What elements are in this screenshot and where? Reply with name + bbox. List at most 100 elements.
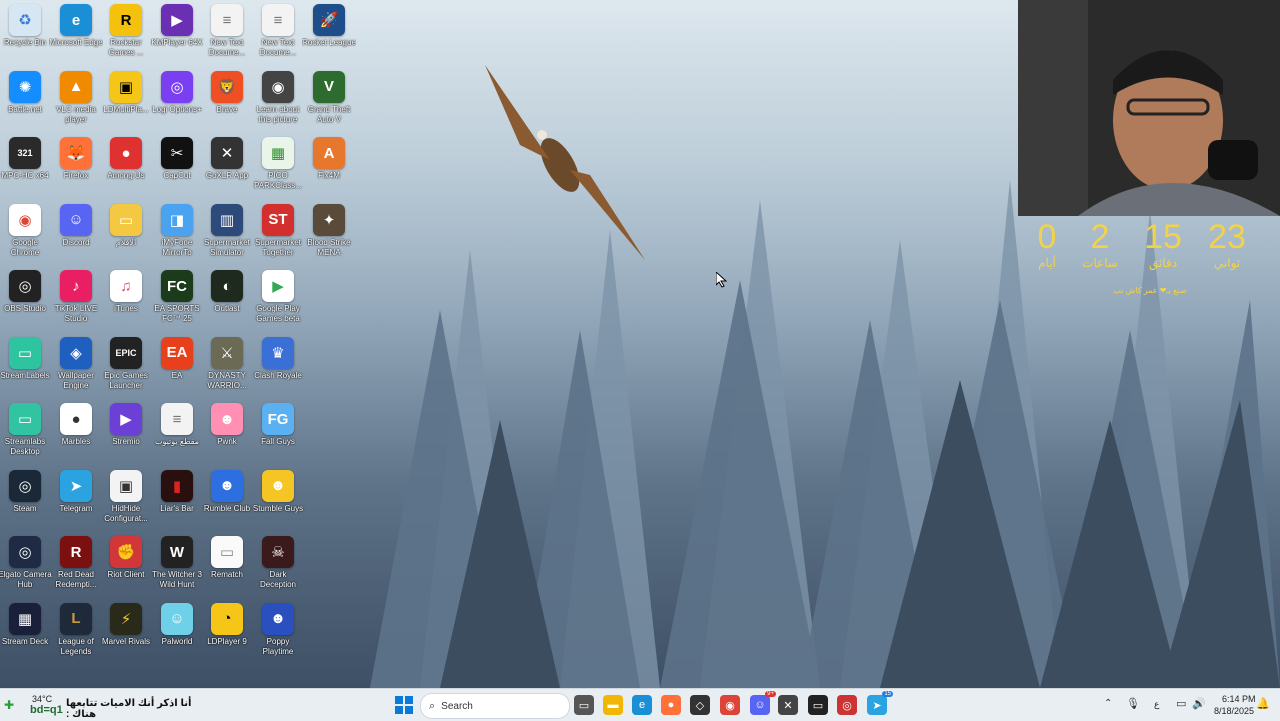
desktop-icon[interactable]: ◔ LDPlayer 9	[202, 602, 252, 647]
desktop-icon[interactable]: L League of Legends	[51, 602, 101, 657]
desktop-icon[interactable]: ♫ iTunes	[101, 270, 151, 314]
desktop-icon[interactable]: ● Among Us	[101, 137, 151, 181]
desktop-icon[interactable]: 🦁 Brave	[202, 70, 252, 115]
desktop-icon[interactable]: FC EA SPORTS FC™ 25	[152, 270, 202, 324]
unity-taskbar-button[interactable]: ◇	[690, 695, 710, 715]
desktop-icon[interactable]: ▣ HidHide Configurat...	[101, 469, 151, 524]
edge-taskbar-button[interactable]: e	[632, 695, 652, 715]
desktop-icon[interactable]: ▭ Streamlabs Desktop	[0, 403, 50, 457]
desktop-icon[interactable]: ♻ Recycle Bin	[0, 4, 50, 48]
desktop-icon[interactable]: ☻ Stumble Guys	[253, 469, 303, 514]
desktop-icon-label: Google Play Games beta	[256, 304, 300, 323]
desktop-icon[interactable]: ✊ Riot Client	[101, 536, 151, 580]
desktop-icon[interactable]: ▶ KMPlayer 64X	[151, 4, 203, 48]
desktop-icon-label: Rematch	[210, 570, 243, 579]
desktop-icon[interactable]: e Microsoft Edge	[49, 4, 103, 48]
desktop-icon[interactable]: ▥ Supermarket Simulator	[202, 203, 252, 258]
desktop-icon-label: Supermarket Simulator	[204, 237, 250, 257]
desktop-icon[interactable]: ▦ Stream Deck	[0, 602, 50, 647]
desktop-icon[interactable]: ▲ VLC media player	[51, 70, 101, 125]
clock-time[interactable]: 6:14 PM	[1222, 694, 1256, 704]
desktop-icon[interactable]: ▶ Stremio	[101, 403, 151, 447]
desktop-icon[interactable]: FG Fall Guys	[253, 403, 303, 447]
desktop-icon[interactable]: ☻ Poppy Playtime	[253, 602, 303, 657]
desktop-icon[interactable]: ➤ Telegram	[51, 469, 101, 514]
desktop-icon[interactable]: ≡ New Text Docume...	[202, 4, 252, 58]
desktop-icon[interactable]: ◐ Outlast	[202, 270, 252, 314]
news-ticker[interactable]: أنا اذكر أنك الاميات تتابعها هناك :	[66, 698, 206, 720]
desktop-icon[interactable]: ◎ Steam	[0, 469, 50, 514]
desktop-icon[interactable]: V Grand Theft Auto V	[304, 70, 354, 125]
app-icon: 🦊	[60, 137, 92, 169]
desktop-icon-label: Poppy Playtime	[262, 636, 294, 656]
desktop-icon[interactable]: ≡ مقطع يوتيوب	[152, 403, 202, 447]
desktop-icon[interactable]: EPIC Epic Games Launcher	[101, 336, 151, 391]
chrome-taskbar-button[interactable]: ◉	[720, 695, 740, 715]
desktop-icon[interactable]: ☻ Pwnk	[202, 403, 252, 447]
microphone-icon[interactable]: 🎙	[1126, 697, 1140, 710]
desktop-icon[interactable]: ▭ StreamLabels	[0, 336, 50, 381]
start-button[interactable]	[394, 695, 414, 715]
volume-icon[interactable]: 🔊	[1192, 697, 1206, 710]
desktop-icon[interactable]: EA EA	[152, 336, 202, 381]
desktop-icon[interactable]: ◉ Learn about this picture	[253, 70, 303, 125]
desktop-icon[interactable]: ✕ GoXLR App	[202, 137, 252, 181]
app-icon: A	[313, 137, 345, 169]
desktop-icon-label: Streamlabs Desktop	[4, 437, 46, 456]
desktop-icon[interactable]: ✺ Battle.net	[0, 70, 50, 115]
desktop-icon[interactable]: ▭ Rematch	[202, 536, 252, 580]
goxlr-taskbar-button[interactable]: ✕	[778, 695, 798, 715]
desktop-icon[interactable]: ≡ New Text Docume...	[253, 4, 303, 58]
app-icon: ☻	[262, 602, 294, 635]
desktop-icon-label: Pwnk	[217, 437, 237, 446]
desktop-icon[interactable]: ST Supermarket Together	[253, 203, 303, 258]
discord-taskbar-button[interactable]: ☺ 9+	[750, 691, 776, 715]
chevron-up-icon[interactable]: ⌃	[1104, 698, 1112, 709]
desktop-icon[interactable]: ♛ Clash Royale	[253, 336, 303, 381]
desktop-icon[interactable]: ☺ Palworld	[152, 602, 202, 647]
desktop-icon[interactable]: R Red Dead Redempti...	[51, 536, 101, 590]
desktop-icon[interactable]: ✂ CapCut	[152, 137, 202, 181]
desktop-icon[interactable]: ◨ iMyFone MirrorTo	[152, 203, 202, 258]
notification-icon[interactable]: 🔔	[1256, 697, 1270, 710]
desktop-icon[interactable]: ▮ Liar's Bar	[152, 469, 202, 514]
language-indicator[interactable]: ع	[1154, 699, 1159, 710]
desktop-icon[interactable]: 321 MPC-HC x64	[0, 137, 50, 181]
desktop-icon[interactable]: ▦ PICO PARKClass...	[253, 137, 303, 191]
streamlabs-taskbar-button[interactable]: ▭	[808, 695, 828, 715]
desktop-icon[interactable]: ☺ Discord	[51, 203, 101, 248]
desktop-icon[interactable]: ☠ Dark Deception	[253, 536, 303, 590]
clock-date[interactable]: 8/18/2025	[1214, 706, 1254, 716]
desktop-icon[interactable]: ◎ Logi Options+	[152, 70, 202, 115]
desktop-icon-label: The Witcher 3 Wild Hunt	[152, 570, 202, 589]
desktop-icon[interactable]: ▭ الافلام	[101, 203, 151, 248]
file-explorer-button[interactable]: ▬	[603, 695, 623, 715]
app-icon: ♫	[110, 270, 142, 302]
task-view-button[interactable]: ▭	[574, 695, 594, 715]
desktop-icon[interactable]: ✦ Blood Strike MENA	[304, 203, 354, 258]
app-icon: R	[110, 4, 142, 36]
taskbar-search[interactable]: ⌕ Search	[420, 693, 570, 719]
desktop-icon[interactable]: ☻ Rumble Club	[202, 469, 252, 514]
desktop-icon[interactable]: ▶ Google Play Games beta	[253, 270, 303, 324]
desktop-icon[interactable]: ◎ Elgato Camera Hub	[0, 536, 52, 590]
telegram-taskbar-button[interactable]: ➤ 15	[867, 691, 893, 715]
desktop-icon[interactable]: ▣ LDMultiPla...	[101, 70, 151, 115]
app-icon: ⚔	[211, 336, 243, 369]
desktop-icon[interactable]: ◎ OBS Studio	[0, 270, 50, 314]
desktop-icon[interactable]: ● Marbles	[51, 403, 101, 447]
desktop-icon[interactable]: R Rockstar Games ...	[101, 4, 151, 58]
desktop-icon[interactable]: 🦊 Firefox	[51, 137, 101, 181]
obs-taskbar-button[interactable]: ◎	[837, 695, 857, 715]
network-icon[interactable]: ▭	[1176, 697, 1186, 710]
desktop-icon[interactable]: ⚔ DYNASTY WARRIO...	[202, 336, 252, 391]
desktop-icon[interactable]: A Fix4M	[304, 137, 354, 181]
desktop-icon[interactable]: ◉ Google Chrome	[0, 203, 50, 258]
firefox-taskbar-button[interactable]: ●	[661, 695, 681, 715]
desktop-icon[interactable]: ⚡ Marvel Rivals	[101, 602, 151, 647]
desktop-icon[interactable]: W The Witcher 3 Wild Hunt	[152, 536, 202, 590]
desktop-icon[interactable]: 🚀 Rocket League	[302, 4, 356, 48]
app-icon: ▮	[161, 469, 193, 502]
desktop-icon[interactable]: ♪ TikTok LIVE Studio	[51, 270, 101, 324]
desktop-icon[interactable]: ◈ Wallpaper Engine	[51, 336, 101, 391]
